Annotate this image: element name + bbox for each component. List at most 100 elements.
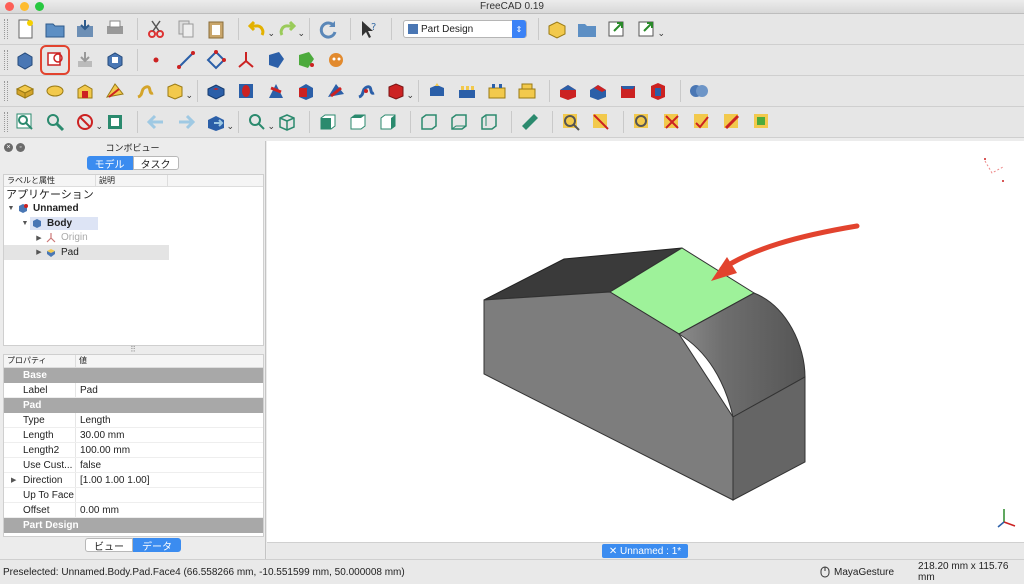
panel-splitter[interactable]: ⠿ bbox=[0, 346, 266, 354]
chamfer-icon[interactable] bbox=[585, 78, 611, 104]
fit-all-icon[interactable] bbox=[12, 109, 38, 135]
subtractive-primitive-icon[interactable] bbox=[383, 78, 414, 104]
refresh-icon[interactable] bbox=[315, 16, 341, 42]
document-tab-unnamed[interactable]: ✕ Unnamed : 1* bbox=[602, 544, 688, 558]
draw-style-icon[interactable] bbox=[72, 109, 103, 135]
create-sketch-icon[interactable] bbox=[40, 45, 70, 75]
multitransform-icon[interactable] bbox=[514, 78, 540, 104]
validate-sketch-icon[interactable] bbox=[72, 47, 98, 73]
expand-arrow-icon[interactable]: ▶ bbox=[34, 234, 44, 242]
map-sketch-icon[interactable] bbox=[102, 47, 128, 73]
create-part-icon[interactable] bbox=[544, 16, 570, 42]
tree-item-body[interactable]: ▼ Body bbox=[4, 216, 263, 231]
additive-pipe-icon[interactable] bbox=[102, 78, 128, 104]
property-up-to-face[interactable]: Up To Face bbox=[4, 488, 263, 503]
property-use-custom[interactable]: Use Cust... false bbox=[4, 458, 263, 473]
tree-item-pad[interactable]: ▶ Pad bbox=[4, 245, 169, 260]
link-icon[interactable] bbox=[604, 16, 630, 42]
property-column[interactable]: プロパティ bbox=[4, 355, 76, 367]
save-icon[interactable] bbox=[72, 16, 98, 42]
linear-pattern-icon[interactable] bbox=[454, 78, 480, 104]
standard-views-icon[interactable] bbox=[244, 109, 275, 135]
sketch-validate-icon[interactable] bbox=[749, 109, 775, 135]
undo-icon[interactable] bbox=[244, 16, 275, 42]
check-geometry-icon[interactable] bbox=[558, 109, 584, 135]
subtractive-pipe-icon[interactable] bbox=[323, 78, 349, 104]
additive-primitive-icon[interactable] bbox=[162, 78, 193, 104]
subshape-binder-icon[interactable] bbox=[293, 47, 319, 73]
property-length2[interactable]: Length2 100.00 mm bbox=[4, 443, 263, 458]
expand-arrow-icon[interactable]: ▶ bbox=[34, 248, 44, 256]
print-icon[interactable] bbox=[102, 16, 128, 42]
tree-column-label[interactable]: ラベルと属性 bbox=[4, 175, 96, 186]
front-view-icon[interactable] bbox=[315, 109, 341, 135]
property-label[interactable]: Label Pad bbox=[4, 383, 263, 398]
property-length[interactable]: Length 30.00 mm bbox=[4, 428, 263, 443]
select-conflicting-icon[interactable] bbox=[629, 109, 655, 135]
expand-arrow-icon[interactable]: ▶ bbox=[11, 476, 16, 484]
pad-icon[interactable] bbox=[12, 78, 38, 104]
isometric-view-icon[interactable] bbox=[274, 109, 300, 135]
tab-view[interactable]: ビュー bbox=[85, 538, 133, 553]
polar-pattern-icon[interactable] bbox=[484, 78, 510, 104]
bottom-view-icon[interactable] bbox=[446, 109, 472, 135]
pocket-icon[interactable] bbox=[203, 78, 229, 104]
tab-tasks[interactable]: タスク bbox=[132, 156, 179, 171]
forward-arrow-icon[interactable] bbox=[173, 109, 199, 135]
create-group-icon[interactable] bbox=[574, 16, 600, 42]
property-type[interactable]: Type Length bbox=[4, 413, 263, 428]
boolean-icon[interactable] bbox=[686, 78, 712, 104]
remove-constraints-icon[interactable] bbox=[659, 109, 685, 135]
clone-icon[interactable] bbox=[323, 47, 349, 73]
local-coordinate-system-icon[interactable] bbox=[233, 47, 259, 73]
datum-line-icon[interactable] bbox=[173, 47, 199, 73]
group-base[interactable]: Base bbox=[4, 368, 263, 383]
right-view-icon[interactable] bbox=[375, 109, 401, 135]
value-column[interactable]: 値 bbox=[76, 355, 87, 367]
sync-view-icon[interactable] bbox=[203, 109, 234, 135]
shape-binder-icon[interactable] bbox=[263, 47, 289, 73]
mirror-sketch-icon[interactable] bbox=[719, 109, 745, 135]
top-view-icon[interactable] bbox=[345, 109, 371, 135]
whats-this-icon[interactable]: ? bbox=[356, 16, 382, 42]
rear-view-icon[interactable] bbox=[416, 109, 442, 135]
additive-helix-icon[interactable] bbox=[132, 78, 158, 104]
navigation-style[interactable]: MayaGesture bbox=[820, 566, 894, 578]
tree-item-document[interactable]: ▼ Unnamed bbox=[4, 202, 263, 217]
datum-plane-icon[interactable] bbox=[203, 47, 229, 73]
left-view-icon[interactable] bbox=[476, 109, 502, 135]
navigation-cube-icon[interactable] bbox=[984, 158, 1004, 182]
back-arrow-icon[interactable] bbox=[143, 109, 169, 135]
tab-data[interactable]: データ bbox=[133, 538, 181, 553]
paste-icon[interactable] bbox=[203, 16, 229, 42]
fillet-icon[interactable] bbox=[555, 78, 581, 104]
cut-icon[interactable] bbox=[143, 16, 169, 42]
new-document-icon[interactable] bbox=[12, 16, 38, 42]
subtractive-helix-icon[interactable] bbox=[353, 78, 379, 104]
3d-view[interactable] bbox=[267, 141, 1024, 542]
thickness-icon[interactable] bbox=[645, 78, 671, 104]
tree-item-application[interactable]: アプリケーション bbox=[4, 187, 263, 202]
draft-icon[interactable] bbox=[615, 78, 641, 104]
subtractive-loft-icon[interactable] bbox=[293, 78, 319, 104]
property-direction[interactable]: ▶ Direction [1.00 1.00 1.00] bbox=[4, 473, 263, 488]
redo-icon[interactable] bbox=[274, 16, 305, 42]
toolbar-grip[interactable] bbox=[4, 19, 8, 39]
create-body-icon[interactable] bbox=[12, 47, 38, 73]
property-offset[interactable]: Offset 0.00 mm bbox=[4, 503, 263, 518]
sketch-view-section-icon[interactable] bbox=[588, 109, 614, 135]
copy-icon[interactable] bbox=[173, 16, 199, 42]
expand-arrow-icon[interactable]: ▼ bbox=[6, 205, 16, 212]
merge-sketches-icon[interactable] bbox=[689, 109, 715, 135]
revolution-icon[interactable] bbox=[42, 78, 68, 104]
additive-loft-icon[interactable] bbox=[72, 78, 98, 104]
expand-arrow-icon[interactable]: ▼ bbox=[20, 220, 30, 227]
group-part-design[interactable]: Part Design bbox=[4, 518, 263, 533]
datum-point-icon[interactable] bbox=[143, 47, 169, 73]
hole-icon[interactable] bbox=[233, 78, 259, 104]
tree-column-description[interactable]: 説明 bbox=[96, 175, 168, 186]
fit-selection-icon[interactable] bbox=[42, 109, 68, 135]
open-folder-icon[interactable] bbox=[42, 16, 68, 42]
mirrored-icon[interactable] bbox=[424, 78, 450, 104]
tree-item-origin[interactable]: ▶ Origin bbox=[4, 231, 263, 246]
